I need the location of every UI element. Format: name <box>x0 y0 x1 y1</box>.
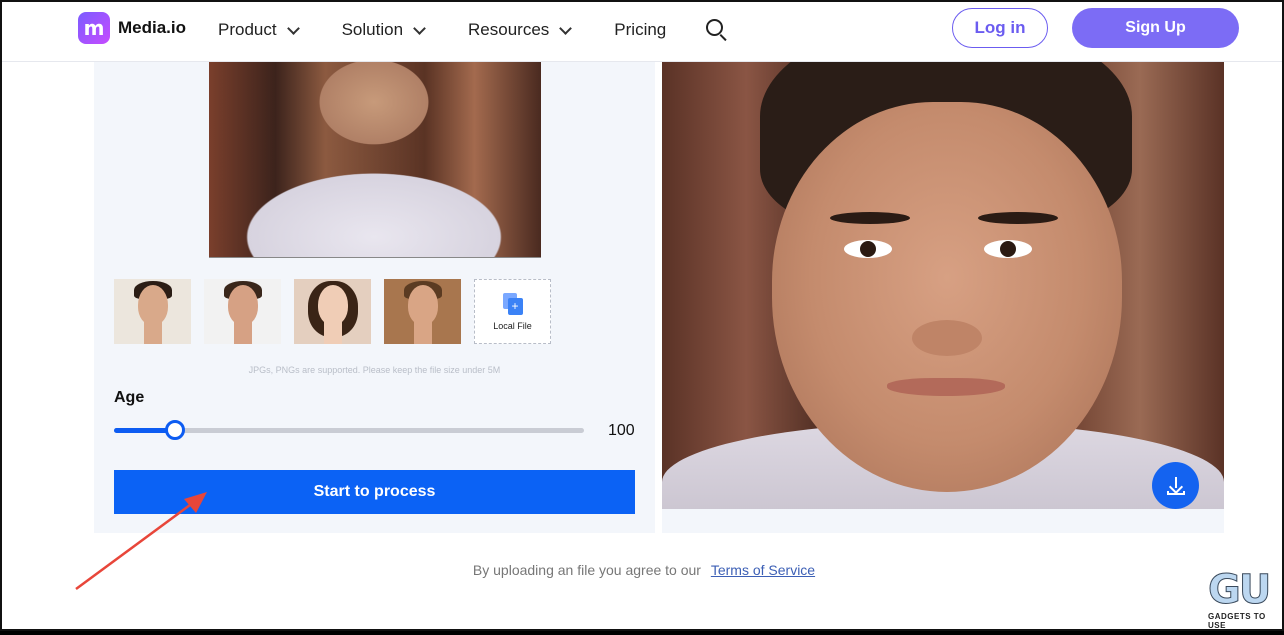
watermark-tagline: GADGETS TO USE <box>1208 612 1266 630</box>
top-navigation: m Media.io Product Solution Resources Pr… <box>2 2 1282 62</box>
sample-thumbnail[interactable] <box>384 279 461 344</box>
nav-pricing-label: Pricing <box>614 20 667 39</box>
nav-resources[interactable]: Resources <box>468 20 573 40</box>
uploaded-photo-preview <box>209 62 541 258</box>
sample-thumbnail[interactable] <box>294 279 371 344</box>
aged-result-image <box>662 62 1224 509</box>
chevron-down-icon <box>413 21 426 35</box>
nav-resources-label: Resources <box>468 20 550 39</box>
sample-thumbnails: + Local File <box>114 279 551 344</box>
login-button[interactable]: Log in <box>952 8 1048 48</box>
file-format-hint: JPGs, PNGs are supported. Please keep th… <box>248 365 501 375</box>
search-icon[interactable] <box>706 19 728 42</box>
age-slider-handle[interactable] <box>165 420 186 440</box>
logo-text: Media.io <box>118 18 187 37</box>
download-icon <box>1166 476 1185 495</box>
chevron-down-icon <box>559 21 573 35</box>
logo[interactable]: m Media.io <box>78 12 186 44</box>
nav-solution[interactable]: Solution <box>341 20 426 40</box>
result-panel <box>662 62 1224 533</box>
terms-agreement: By uploading an file you agree to our Te… <box>2 562 1282 578</box>
media-io-logo-icon: m <box>78 12 110 44</box>
nav-product[interactable]: Product <box>218 20 300 40</box>
watermark-logo: GU <box>1208 567 1272 613</box>
terms-of-service-link[interactable]: Terms of Service <box>711 562 815 578</box>
age-label: Age <box>114 389 145 406</box>
local-file-upload-button[interactable]: + Local File <box>474 279 551 344</box>
editor-panel: + Local File JPGs, PNGs are supported. P… <box>94 62 655 533</box>
download-button[interactable] <box>1152 462 1199 509</box>
signup-button[interactable]: Sign Up <box>1072 8 1239 48</box>
browser-viewport: m Media.io Product Solution Resources Pr… <box>0 0 1284 631</box>
nav-pricing[interactable]: Pricing <box>614 20 666 40</box>
start-process-button[interactable]: Start to process <box>114 470 635 514</box>
chevron-down-icon <box>286 21 300 35</box>
main-nav: Product Solution Resources Pricing <box>218 2 728 58</box>
gadgets-to-use-watermark: GU GADGETS TO USE <box>1208 567 1282 630</box>
local-file-label: Local File <box>493 320 532 331</box>
nav-solution-label: Solution <box>341 20 404 39</box>
sample-thumbnail[interactable] <box>204 279 281 344</box>
nav-product-label: Product <box>218 20 277 39</box>
age-value: 100 <box>608 422 635 439</box>
sample-thumbnail[interactable] <box>114 279 191 344</box>
agreement-text: By uploading an file you agree to our <box>472 562 701 578</box>
age-slider[interactable] <box>114 420 584 440</box>
add-file-icon: + <box>502 292 523 315</box>
